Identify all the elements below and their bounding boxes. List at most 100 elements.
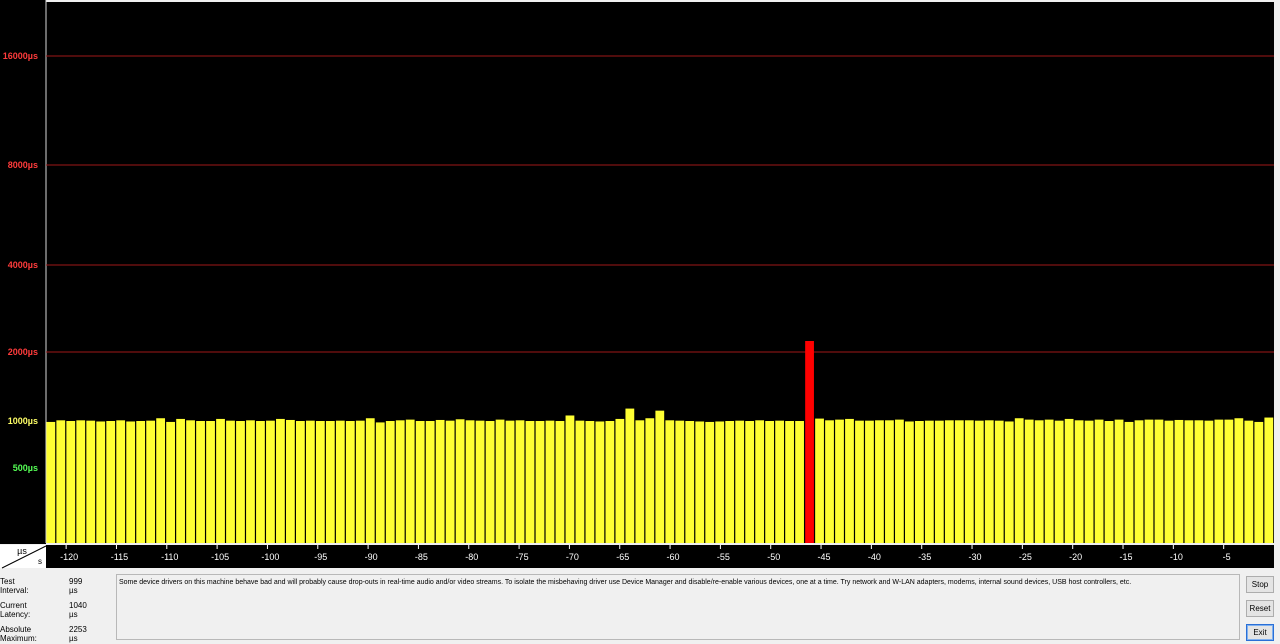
y-tick-label: 500µs	[13, 463, 38, 473]
latency-bar	[585, 421, 595, 543]
exit-button[interactable]: Exit	[1246, 624, 1274, 641]
latency-bar	[1194, 420, 1204, 543]
x-tick-label: -100	[261, 552, 279, 562]
y-tick-label: 4000µs	[8, 260, 38, 270]
latency-bar	[825, 420, 834, 543]
latency-bar	[435, 419, 445, 543]
latency-bar	[875, 420, 884, 543]
x-tick-label: -75	[516, 552, 529, 562]
latency-bar	[485, 421, 495, 543]
latency-bar	[775, 420, 784, 543]
latency-bar	[765, 421, 775, 543]
latency-bar	[1064, 418, 1074, 543]
message-box: Some device drivers on this machine beha…	[116, 574, 1240, 640]
latency-bar	[1154, 419, 1164, 543]
latency-bar	[865, 420, 874, 543]
latency-bar	[465, 420, 475, 543]
latency-bar	[1104, 421, 1114, 543]
latency-bar	[994, 420, 1004, 543]
latency-bar	[96, 421, 106, 543]
latency-bar	[1034, 420, 1044, 543]
latency-bar	[256, 421, 265, 543]
latency-bar	[56, 420, 66, 543]
x-unit-label: s	[38, 557, 42, 566]
latency-bar	[914, 421, 924, 543]
latency-bar	[855, 420, 864, 543]
latency-bar	[136, 421, 146, 543]
latency-bar	[86, 420, 96, 543]
x-tick-label: -80	[465, 552, 478, 562]
latency-bar	[515, 420, 525, 543]
latency-bar	[1174, 419, 1184, 543]
x-tick-label: -25	[1019, 552, 1032, 562]
latency-bar	[1254, 421, 1264, 543]
latency-bar	[186, 420, 195, 543]
latency-bar	[1244, 420, 1254, 543]
latency-bar	[605, 421, 615, 543]
y-tick-label: 16000µs	[3, 51, 38, 61]
latency-bar	[615, 418, 625, 543]
latency-bar	[545, 420, 555, 543]
latency-bar	[246, 420, 255, 543]
latency-chart-panel: 16000µs 8000µs 4000µs 2000µs 1000µs 500µs -120…	[0, 0, 1280, 570]
stop-button[interactable]: Stop	[1246, 576, 1274, 593]
y-unit-label: µs	[17, 546, 27, 556]
latency-bar	[934, 420, 944, 543]
latency-bar	[795, 421, 804, 543]
latency-bar	[1044, 419, 1054, 543]
latency-bar	[126, 421, 136, 543]
latency-bar	[1134, 420, 1144, 543]
latency-bar	[1144, 419, 1154, 543]
latency-bar	[785, 421, 794, 543]
latency-bar	[146, 420, 156, 543]
latency-bar	[375, 422, 385, 543]
latency-bar	[845, 418, 854, 543]
x-tick-label: -40	[868, 552, 881, 562]
latency-bar	[535, 421, 545, 543]
latency-bar	[455, 419, 465, 543]
x-tick-label: -15	[1120, 552, 1133, 562]
x-tick-label: -20	[1069, 552, 1082, 562]
reset-button[interactable]: Reset	[1246, 600, 1274, 617]
latency-bar	[1214, 419, 1224, 543]
latency-bar	[944, 420, 954, 543]
x-tick-label: -50	[767, 552, 780, 562]
latency-bar	[1094, 419, 1104, 543]
latency-bar	[305, 420, 315, 543]
test-interval-label: Test Interval:	[0, 577, 29, 595]
x-tick-label: -120	[60, 552, 78, 562]
x-tick-label: -115	[111, 552, 128, 562]
latency-bar	[76, 420, 86, 543]
latency-bar	[1164, 420, 1174, 543]
latency-bar	[1184, 420, 1194, 543]
latency-bar	[196, 421, 205, 543]
latency-bar	[405, 419, 415, 543]
latency-bar	[1074, 420, 1084, 543]
latency-bar	[385, 421, 395, 543]
latency-bar	[365, 418, 375, 543]
latency-bar	[295, 421, 305, 543]
latency-bar	[815, 418, 824, 543]
x-tick-label: -105	[211, 552, 229, 562]
latency-bar	[715, 421, 725, 543]
y-tick-label: 1000µs	[8, 416, 38, 426]
x-tick-label: -35	[918, 552, 931, 562]
latency-bar	[805, 340, 814, 543]
latency-bar	[625, 408, 635, 543]
latency-bar	[675, 420, 685, 543]
latency-bar	[495, 419, 505, 543]
current-latency-label: Current Latency:	[0, 601, 31, 619]
latency-bar	[266, 420, 275, 543]
latency-bar	[835, 419, 844, 543]
test-interval-value: 999 µs	[69, 577, 83, 595]
latency-bar	[665, 420, 675, 543]
latency-bar	[206, 421, 215, 543]
x-tick-label: -90	[365, 552, 378, 562]
latency-bar	[565, 415, 575, 543]
latency-bar	[954, 420, 964, 543]
latency-bar	[974, 420, 984, 543]
latency-bar	[1054, 420, 1064, 543]
latency-bar	[695, 421, 705, 543]
latency-bar	[885, 420, 894, 543]
latency-bar	[116, 420, 126, 543]
